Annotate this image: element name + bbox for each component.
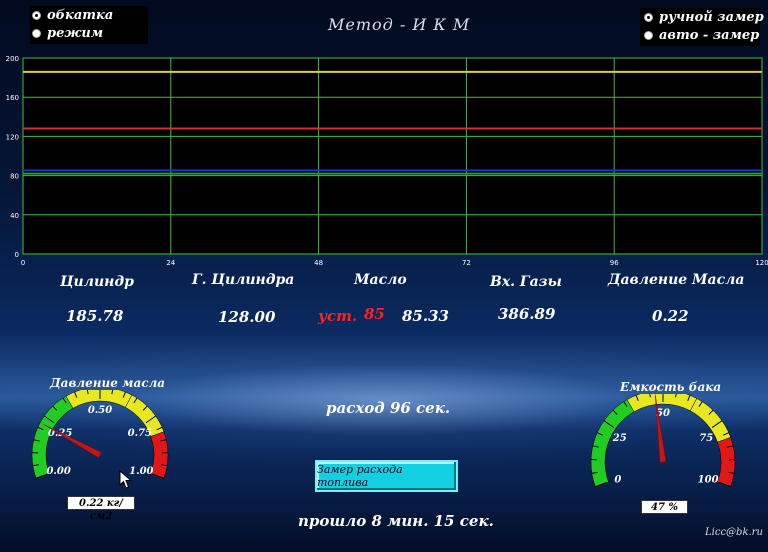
- oil-pressure-value: 0.22: [652, 307, 689, 325]
- x-tick-label: 48: [314, 259, 323, 267]
- trend-chart: 0 24 48 72 96 120 0 40 80 120 160 200: [6, 55, 768, 267]
- exhaust-gas-label: Вх. Газы: [490, 274, 562, 290]
- tank-level-readout: 47 %: [641, 500, 688, 514]
- oil-label: Масло: [354, 272, 407, 288]
- radio-dot-icon: [32, 11, 41, 20]
- y-tick-label: 120: [6, 133, 19, 141]
- x-tick-label: 0: [21, 259, 25, 267]
- oil-gauge-title: Давление масла: [50, 376, 166, 390]
- radio-obkatka[interactable]: обкатка: [32, 8, 113, 23]
- gauge-scale-label: 0.75: [128, 428, 152, 439]
- radio-label: режим: [47, 26, 104, 41]
- exhaust-gas-value: 386.89: [498, 305, 556, 323]
- radio-label: ручной замер: [659, 10, 764, 25]
- y-tick-label: 0: [15, 251, 19, 259]
- y-tick-label: 200: [6, 55, 19, 63]
- gauge-needle: [654, 394, 667, 463]
- x-tick-label: 72: [462, 259, 471, 267]
- plot-area: [22, 57, 763, 255]
- radio-manual-measure[interactable]: ручной замер: [644, 10, 764, 25]
- footer-email: Licc@bk.ru: [705, 527, 763, 538]
- y-tick-label: 160: [6, 94, 19, 102]
- radio-label: авто - замер: [659, 28, 760, 43]
- fuel-flow-text: расход 96 сек.: [326, 399, 451, 417]
- x-tick-label: 24: [166, 259, 175, 267]
- x-tick-label: 96: [610, 259, 619, 267]
- oil-value: 85.33: [402, 307, 449, 325]
- radio-rezhim[interactable]: режим: [32, 26, 103, 41]
- oil-setpoint-label: уст.: [318, 307, 358, 325]
- measure-fuel-button[interactable]: Замер расхода топлива: [315, 460, 458, 492]
- radio-dot-icon: [32, 29, 41, 38]
- oil-pressure-label: Давление Масла: [608, 272, 745, 288]
- page-title: Метод - И К М: [328, 15, 471, 34]
- gauge-scale-label: 0.00: [46, 466, 70, 477]
- oil-pressure-gauge: 0.000.250.500.751.00: [31, 390, 169, 479]
- gauge-scale-label: 25: [612, 433, 627, 444]
- cylinder-label: Цилиндр: [60, 274, 134, 290]
- elapsed-time-text: прошло 8 мин. 15 сек.: [298, 512, 494, 530]
- gauge-scale-label: 75: [699, 433, 713, 444]
- radio-label: обкатка: [47, 8, 114, 23]
- tank-level-gauge: 0255075100: [590, 394, 736, 488]
- y-tick-label: 40: [10, 212, 19, 220]
- radio-dot-icon: [644, 31, 653, 40]
- head-cylinder-value: 128.00: [218, 308, 276, 326]
- head-cylinder-label: Г. Цилиндра: [192, 272, 295, 288]
- radio-dot-icon: [644, 13, 653, 22]
- arrow-cursor-icon: [119, 470, 133, 489]
- cylinder-value: 185.78: [66, 307, 124, 325]
- oil-setpoint-value: 85: [364, 305, 385, 323]
- x-tick-label: 120: [755, 259, 768, 267]
- gauge-needle: [43, 424, 102, 458]
- gauge-scale-label: 0.50: [88, 405, 112, 416]
- oil-pressure-readout: 0.22 кг/см2: [67, 496, 135, 522]
- radio-auto-measure[interactable]: авто - замер: [644, 28, 759, 43]
- gauge-red-zone: [717, 437, 736, 487]
- y-tick-label: 80: [10, 173, 19, 181]
- tank-gauge-title: Емкость бака: [620, 380, 722, 394]
- gauge-scale-label: 0: [614, 474, 621, 485]
- gauge-scale-label: 100: [698, 474, 719, 485]
